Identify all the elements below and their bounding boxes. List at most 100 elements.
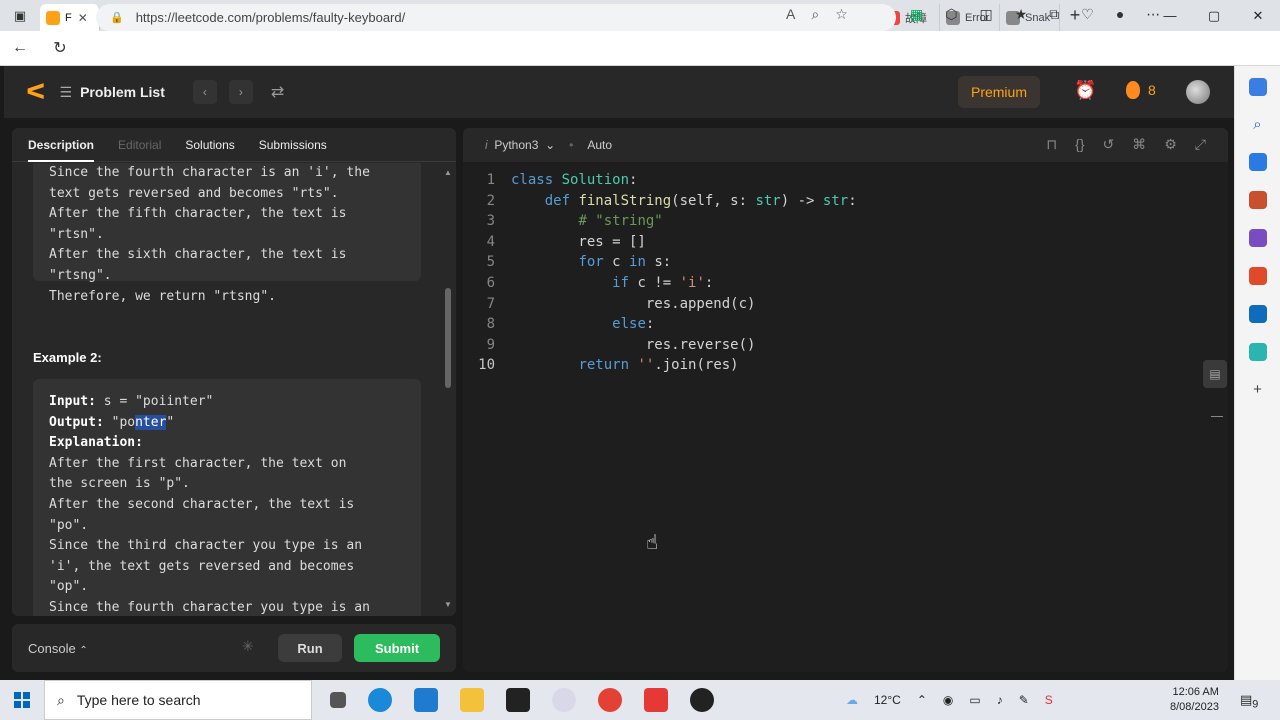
description-scrollbar[interactable]: ▲ ▼: [444, 168, 452, 609]
shopping-tag-icon[interactable]: [1248, 153, 1267, 171]
extension-icon[interactable]: ▦: [910, 6, 923, 23]
vscode-app-icon[interactable]: [414, 688, 438, 712]
mode-selector[interactable]: Auto: [587, 138, 612, 152]
tab-editorial[interactable]: Editorial: [118, 138, 161, 152]
bookmark-icon[interactable]: ⊓: [1046, 136, 1057, 153]
alarm-clock-icon[interactable]: ⏰: [1074, 80, 1096, 101]
problem-list-link[interactable]: Problem List: [80, 84, 165, 100]
read-aloud-icon[interactable]: A: [786, 6, 795, 23]
scrollbar-thumb[interactable]: [445, 288, 451, 388]
scroll-down-icon[interactable]: ▼: [444, 600, 452, 609]
code-editor-panel: i Python3 ⌄ • Auto ⊓ {} ↺ ⌘ ⚙ ⤢ 1 class S…: [463, 128, 1228, 672]
list-icon: ☰: [59, 83, 73, 100]
favorites-icon[interactable]: ★: [1015, 6, 1028, 23]
start-button[interactable]: [0, 680, 44, 720]
url-field[interactable]: 🔒 https://leetcode.com/problems/faulty-k…: [96, 4, 896, 31]
format-braces-icon[interactable]: {}: [1075, 136, 1084, 153]
volume-icon[interactable]: ♪: [997, 693, 1003, 707]
maximize-button[interactable]: ▢: [1192, 0, 1236, 31]
code-line[interactable]: 3 # "string": [463, 211, 1228, 232]
side-note-icon[interactable]: ▤: [1203, 360, 1227, 388]
bell-icon[interactable]: [1248, 78, 1267, 96]
zoom-icon[interactable]: ⌕: [811, 6, 819, 23]
next-problem-button[interactable]: ›: [228, 80, 253, 104]
extensions-puzzle-icon[interactable]: ⬡: [945, 6, 957, 23]
fullscreen-icon[interactable]: ⤢: [1195, 136, 1206, 153]
show-hidden-icons-icon[interactable]: ⌃: [917, 693, 927, 707]
browser-tab-active[interactable]: F ✕: [40, 4, 100, 31]
collections-icon[interactable]: ⧉: [1049, 6, 1059, 23]
split-screen-icon[interactable]: ◫: [979, 6, 992, 23]
back-button[interactable]: ←: [0, 39, 40, 57]
tab-description[interactable]: Description: [28, 138, 95, 162]
code-line[interactable]: 10 return ''.join(res): [463, 355, 1228, 376]
add-icon[interactable]: +: [1253, 381, 1262, 398]
submit-button[interactable]: Submit: [354, 634, 440, 662]
language-selector[interactable]: i Python3 ⌄: [485, 138, 555, 152]
code-line[interactable]: 5 for c in s:: [463, 252, 1228, 273]
debug-icon[interactable]: ✳: [242, 638, 254, 655]
network-icon[interactable]: ▭: [969, 693, 980, 707]
tab-actions-icon[interactable]: ▣: [0, 0, 40, 31]
taskbar-clock[interactable]: 12:06 AM 8/08/2023: [1170, 685, 1219, 715]
edge-app-icon[interactable]: [368, 688, 392, 712]
weather-cloud-icon[interactable]: ☁: [846, 693, 858, 707]
task-view-icon[interactable]: [330, 692, 346, 708]
code-line[interactable]: 7 res.append(c): [463, 294, 1228, 315]
example-1-block: Since the fourth character is an 'i', th…: [33, 163, 421, 304]
settings-gear-icon[interactable]: ⚙: [1164, 136, 1177, 153]
notification-center-icon[interactable]: ▤9: [1240, 692, 1258, 711]
terminal-app-icon[interactable]: [506, 688, 530, 712]
browser-essentials-icon[interactable]: ♡: [1081, 6, 1094, 23]
shuffle-icon[interactable]: ⇄: [271, 82, 284, 102]
code-line[interactable]: 8 else:: [463, 314, 1228, 335]
avatar[interactable]: [1186, 80, 1210, 104]
edge-sidebar: ⌕ +: [1234, 66, 1280, 680]
code-text: res = []: [511, 232, 645, 253]
scroll-up-icon[interactable]: ▲: [444, 168, 452, 177]
obs-app-icon[interactable]: [690, 688, 714, 712]
close-tab-icon[interactable]: ✕: [78, 11, 88, 25]
code-editor[interactable]: 1 class Solution: 2 def finalString(self, …: [463, 170, 1228, 650]
file-explorer-icon[interactable]: [460, 688, 484, 712]
pen-icon[interactable]: ✎: [1019, 693, 1029, 707]
snipping-tool-icon[interactable]: [552, 688, 576, 712]
profile-icon[interactable]: ●: [1116, 6, 1124, 23]
streak-counter[interactable]: 8: [1126, 81, 1156, 99]
taskbar-search[interactable]: ⌕ Type here to search: [44, 680, 312, 720]
outlook-icon[interactable]: [1248, 305, 1267, 323]
wps-app-icon[interactable]: [644, 688, 668, 712]
code-line[interactable]: 6 if c != 'i':: [463, 273, 1228, 294]
tab-solutions[interactable]: Solutions: [185, 138, 234, 152]
premium-button[interactable]: Premium: [958, 76, 1040, 108]
more-menu-icon[interactable]: ⋯: [1146, 6, 1160, 23]
games-icon[interactable]: [1248, 229, 1267, 247]
leetcode-logo-icon[interactable]: ᐸ: [26, 79, 46, 105]
console-toggle[interactable]: Console ⌃: [28, 641, 88, 656]
send-icon[interactable]: [1248, 343, 1267, 361]
shortcuts-icon[interactable]: ⌘: [1132, 136, 1146, 153]
reload-button[interactable]: ↻: [40, 38, 80, 58]
temperature[interactable]: 12°C: [874, 693, 901, 707]
chrome-app-icon[interactable]: [598, 688, 622, 712]
line-number: 7: [486, 295, 495, 312]
run-button[interactable]: Run: [278, 634, 342, 662]
security-icon[interactable]: ◉: [943, 693, 953, 707]
reset-icon[interactable]: ↺: [1103, 136, 1115, 153]
code-line[interactable]: 1 class Solution:: [463, 170, 1228, 191]
line-number: 8: [486, 316, 495, 333]
prev-problem-button[interactable]: ‹: [192, 80, 217, 104]
close-window-button[interactable]: ✕: [1236, 0, 1280, 31]
code-line[interactable]: 4 res = []: [463, 232, 1228, 253]
description-panel: Description Editorial Solutions Submissi…: [12, 128, 456, 616]
chevron-up-icon: ⌃: [79, 644, 88, 656]
tab-submissions[interactable]: Submissions: [259, 138, 327, 152]
office-icon[interactable]: [1248, 267, 1267, 285]
search-icon[interactable]: ⌕: [1253, 116, 1261, 133]
code-line[interactable]: 2 def finalString(self, s: str) -> str:: [463, 191, 1228, 212]
code-line[interactable]: 9 res.reverse(): [463, 335, 1228, 356]
toolbox-icon[interactable]: [1248, 191, 1267, 209]
input-method-icon[interactable]: S: [1045, 693, 1053, 707]
favorite-star-icon[interactable]: ☆: [835, 6, 848, 23]
